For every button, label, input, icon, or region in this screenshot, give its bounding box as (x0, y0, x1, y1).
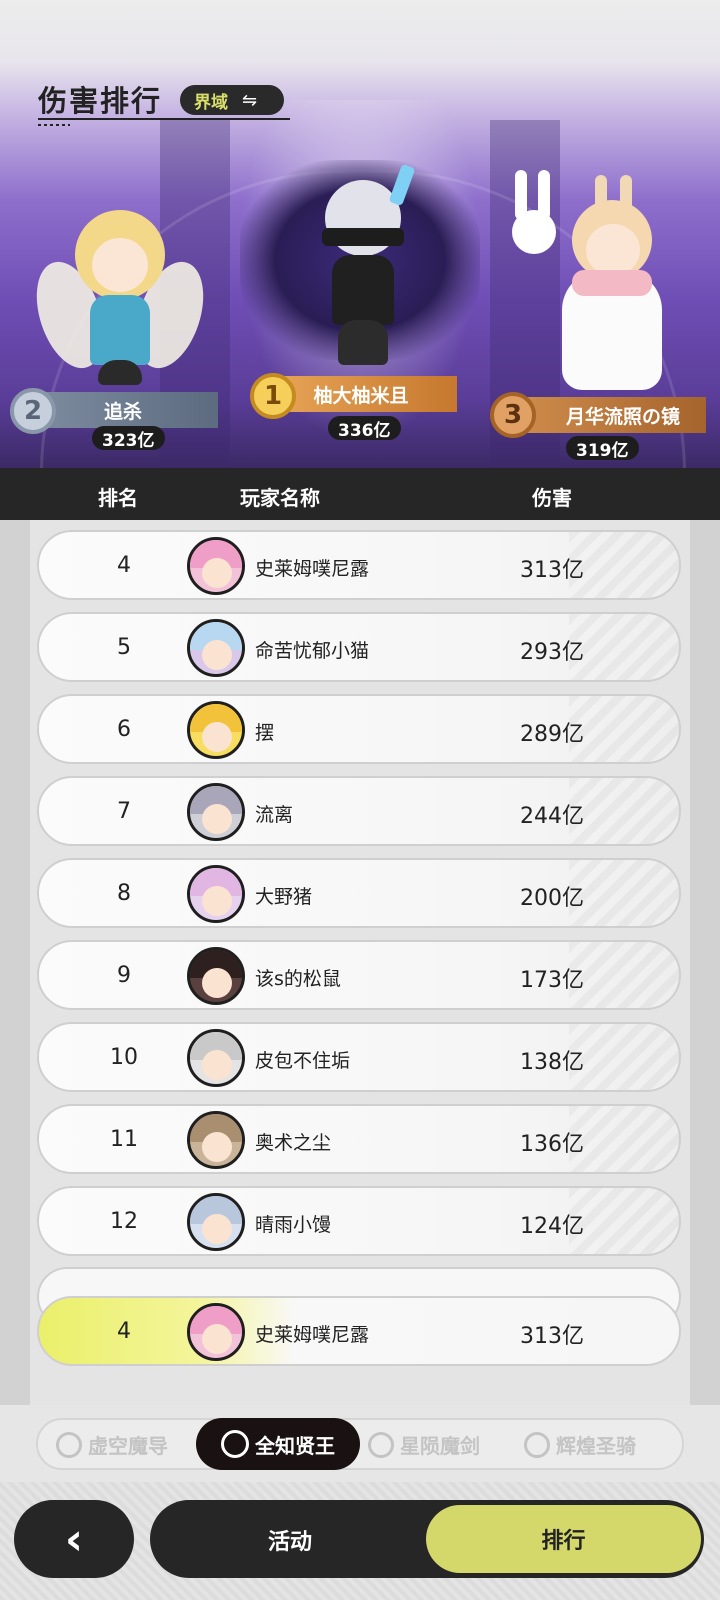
row-player-name: 摆 (255, 722, 275, 744)
avatar[interactable] (187, 537, 245, 595)
meteor-blade-icon (368, 1431, 394, 1458)
row-rank: 5 (117, 635, 131, 660)
row-damage: 173亿 (520, 968, 584, 993)
tab-label: 全知贤王 (255, 1433, 335, 1458)
table-row[interactable]: 8 大野猪 200亿 (37, 858, 681, 928)
avatar[interactable] (187, 1303, 245, 1361)
avatar[interactable] (187, 619, 245, 677)
header-damage: 伤害 (532, 486, 572, 510)
tab-meteor-blade[interactable]: 星陨魔剑 (368, 1430, 480, 1459)
podium-name-3[interactable]: 月华流照の镜 (510, 397, 706, 433)
omniscient-king-icon (221, 1430, 249, 1458)
chevron-left-icon: ‹ (64, 1513, 84, 1565)
podium-name-1-text: 柚大柚米且 (313, 384, 409, 407)
row-player-name: 流离 (255, 804, 294, 826)
character-rank-2[interactable] (24, 200, 216, 390)
avatar[interactable] (187, 1111, 245, 1169)
avatar[interactable] (187, 701, 245, 759)
table-row[interactable]: 7 流离 244亿 (37, 776, 681, 846)
table-row[interactable]: 11 奥术之尘 136亿 (37, 1104, 681, 1174)
title-underline (38, 118, 290, 120)
table-row[interactable]: 10 皮包不住垢 138亿 (37, 1022, 681, 1092)
ranking-list[interactable]: 4 史莱姆噗尼露 313亿 5 命苦忧郁小猫 293亿 6 摆 289亿 7 流… (30, 520, 690, 1405)
avatar[interactable] (187, 1193, 245, 1251)
glory-paladin-icon (524, 1431, 550, 1458)
table-row[interactable]: 9 该s的松鼠 173亿 (37, 940, 681, 1010)
podium-damage-3: 319亿 (566, 436, 639, 461)
row-player-name: 大野猪 (255, 886, 313, 908)
realm-toggle-button[interactable]: 界域 ⇋ (180, 85, 284, 115)
avatar[interactable] (187, 1029, 245, 1087)
back-button[interactable]: ‹ (14, 1500, 134, 1578)
row-damage: 200亿 (520, 886, 584, 911)
tab-ranking[interactable]: 排行 (426, 1505, 701, 1573)
table-row[interactable]: 4 史莱姆噗尼露 313亿 (37, 530, 681, 600)
my-damage: 313亿 (520, 1324, 584, 1349)
header-rank: 排名 (98, 486, 138, 510)
row-player-name: 晴雨小馒 (255, 1214, 332, 1236)
table-row[interactable]: 6 摆 289亿 (37, 694, 681, 764)
row-damage: 244亿 (520, 804, 584, 829)
row-damage: 289亿 (520, 722, 584, 747)
row-player-name: 命苦忧郁小猫 (255, 640, 370, 662)
avatar[interactable] (187, 947, 245, 1005)
row-rank: 8 (117, 881, 131, 906)
rank-3-medal-icon: 3 (490, 392, 536, 438)
table-row[interactable]: 12 晴雨小馒 124亿 (37, 1186, 681, 1256)
podium-name-2[interactable]: 追杀 (28, 392, 218, 428)
void-mage-icon (56, 1431, 82, 1458)
podium-banner: 追杀 2 323亿 柚大柚米且 1 336亿 月华流照の镜 3 319亿 (0, 0, 720, 468)
row-damage: 124亿 (520, 1214, 584, 1239)
row-rank: 7 (117, 799, 131, 824)
avatar[interactable] (187, 783, 245, 841)
row-player-name: 该s的松鼠 (255, 968, 341, 990)
rank-2-medal-icon: 2 (10, 388, 56, 434)
row-player-name: 奥术之尘 (255, 1132, 332, 1154)
my-rank: 4 (117, 1319, 131, 1344)
tab-activity[interactable]: 活动 (268, 1524, 312, 1556)
row-player-name: 皮包不住垢 (255, 1050, 351, 1072)
table-header: 排名 玩家名称 伤害 (0, 468, 720, 520)
character-rank-1[interactable] (240, 150, 480, 375)
class-tabs: 虚空魔导 全知贤王 星陨魔剑 辉煌圣骑 (36, 1418, 684, 1470)
tab-label: 虚空魔导 (88, 1434, 168, 1458)
tab-label: 辉煌圣骑 (556, 1434, 636, 1458)
tab-omniscient-king[interactable]: 全知贤王 (196, 1418, 360, 1470)
title-dots (38, 124, 70, 126)
table-row[interactable]: 5 命苦忧郁小猫 293亿 (37, 612, 681, 682)
podium-name-2-text: 追杀 (103, 400, 142, 423)
row-damage: 293亿 (520, 640, 584, 665)
my-rank-row[interactable]: 4 史莱姆噗尼露 313亿 (37, 1296, 681, 1366)
row-damage: 138亿 (520, 1050, 584, 1075)
tab-glory-paladin[interactable]: 辉煌圣骑 (524, 1430, 636, 1459)
row-rank: 4 (117, 553, 131, 578)
character-rank-3[interactable] (510, 170, 690, 390)
row-damage: 136亿 (520, 1132, 584, 1157)
row-rank: 6 (117, 717, 131, 742)
page-title: 伤害排行 (38, 84, 163, 118)
swap-icon: ⇋ (242, 89, 258, 111)
right-frame (690, 520, 720, 1405)
tab-void-mage[interactable]: 虚空魔导 (56, 1430, 168, 1459)
row-rank: 11 (110, 1127, 138, 1152)
avatar[interactable] (187, 865, 245, 923)
my-player-name: 史莱姆噗尼露 (255, 1324, 370, 1346)
podium-damage-2: 323亿 (92, 426, 165, 451)
row-player-name: 史莱姆噗尼露 (255, 558, 370, 580)
row-damage: 313亿 (520, 558, 584, 583)
podium-name-3-text: 月华流照の镜 (565, 405, 680, 428)
row-rank: 12 (110, 1209, 138, 1234)
header-player: 玩家名称 (240, 486, 320, 510)
podium-damage-1: 336亿 (328, 416, 401, 441)
row-rank: 9 (117, 963, 131, 988)
realm-label: 界域 (194, 92, 228, 113)
left-frame (0, 520, 30, 1405)
tab-ranking-label: 排行 (541, 1529, 586, 1554)
tab-label: 星陨魔剑 (400, 1434, 480, 1458)
row-rank: 10 (110, 1045, 138, 1070)
rank-1-medal-icon: 1 (250, 373, 296, 419)
